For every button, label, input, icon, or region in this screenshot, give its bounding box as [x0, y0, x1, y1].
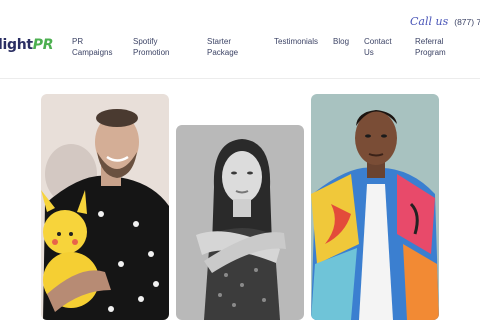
artist-photo	[311, 94, 439, 320]
nav-item-line1: Contact	[364, 37, 392, 46]
artist-photo	[41, 94, 169, 320]
nav-item-line1: Blog	[333, 37, 350, 46]
nav-item-line1: PR	[72, 37, 84, 46]
nav-item-line2: Us	[364, 48, 374, 57]
nav-item-line1: Testimonials	[274, 37, 319, 46]
nav-item-contact-us[interactable]: Contact Us	[364, 36, 392, 58]
phone-number[interactable]: (877) 763 0	[454, 17, 480, 27]
brand-logo[interactable]: lightPR	[0, 37, 54, 53]
nav-item-blog[interactable]: Blog	[333, 36, 349, 47]
logo-text: light	[0, 37, 33, 53]
artist-photo-card	[176, 125, 304, 320]
call-us-label: Call us	[410, 15, 449, 28]
nav-item-starter-package[interactable]: Starter Package	[207, 36, 238, 58]
nav-item-referral-program[interactable]: Referral Program	[415, 36, 446, 58]
artist-photo-card	[311, 94, 439, 320]
nav-item-pr-campaigns[interactable]: PR Campaigns	[72, 36, 112, 58]
nav-item-spotify-promotion[interactable]: Spotify Promotion	[133, 36, 169, 58]
nav-item-testimonials[interactable]: Testimonials	[274, 36, 318, 47]
nav-item-line1: Starter	[207, 37, 232, 46]
nav-item-line2: Campaigns	[72, 48, 113, 57]
nav-item-line2: Package	[207, 48, 239, 57]
nav-item-line2: Promotion	[133, 48, 170, 57]
artist-photo	[176, 125, 304, 320]
nav-item-line2: Program	[415, 48, 446, 57]
nav-item-line1: Spotify	[133, 37, 158, 46]
logo-accent: PR	[32, 37, 54, 53]
call-us-block[interactable]: Call us (877) 763 0	[410, 12, 480, 30]
nav-item-line1: Referral	[415, 37, 444, 46]
site-header: lightPR PR Campaigns Spotify Promotion S…	[0, 0, 480, 79]
artist-photo-card	[41, 94, 169, 320]
